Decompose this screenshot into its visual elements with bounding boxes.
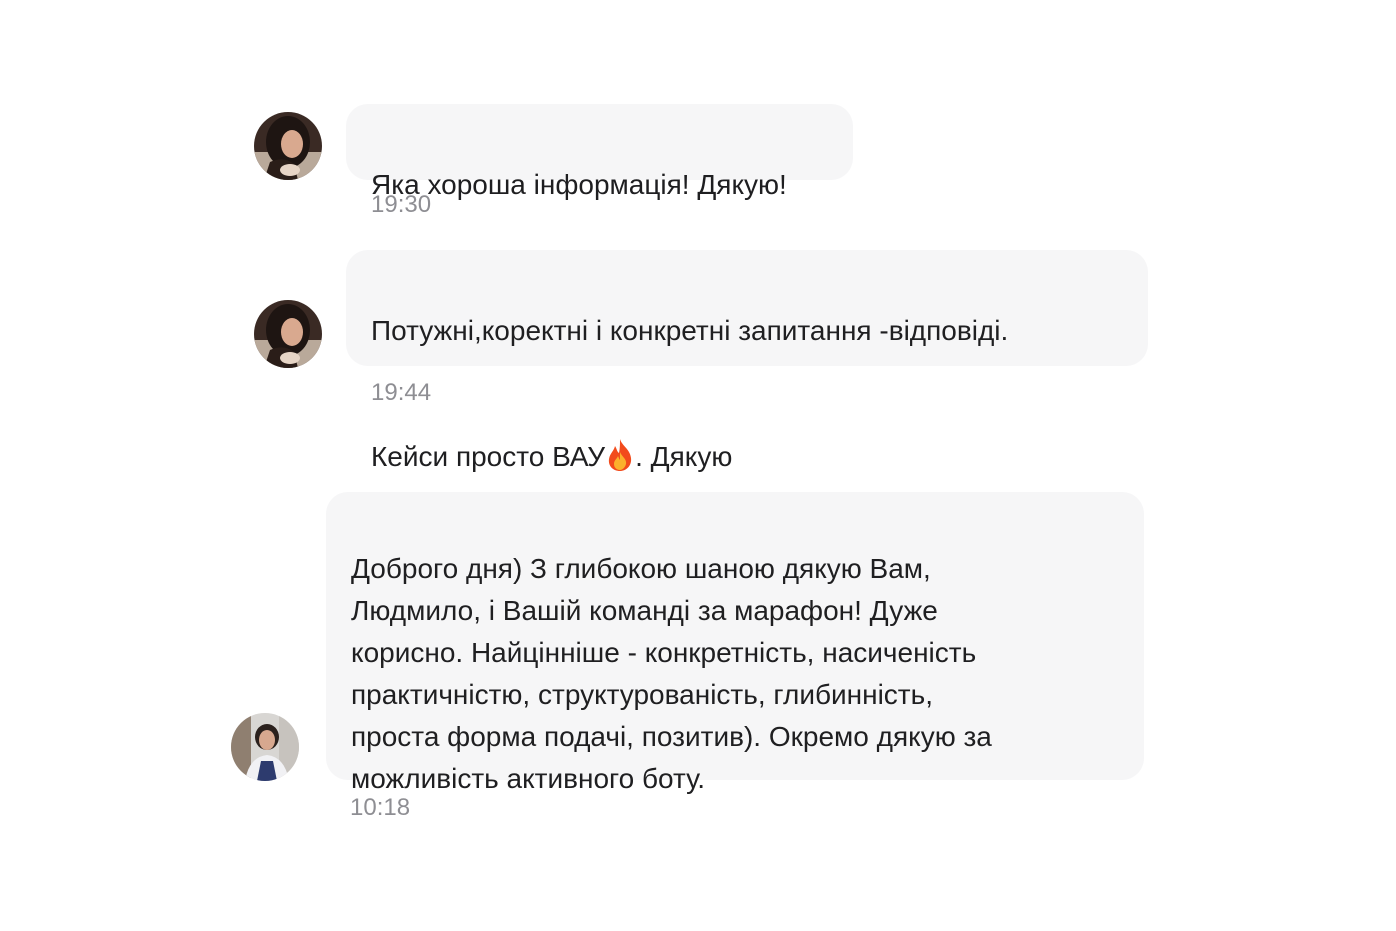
message-3: Доброго дня) З глибокою шаною дякую Вам,… bbox=[0, 0, 1396, 840]
message-bubble: Доброго дня) З глибокою шаною дякую Вам,… bbox=[326, 492, 1144, 794]
user-avatar-icon bbox=[231, 713, 299, 781]
message-text: Доброго дня) З глибокою шаною дякую Вам,… bbox=[351, 553, 992, 794]
avatar[interactable] bbox=[231, 713, 299, 781]
message-timestamp: 10:18 bbox=[350, 794, 411, 821]
